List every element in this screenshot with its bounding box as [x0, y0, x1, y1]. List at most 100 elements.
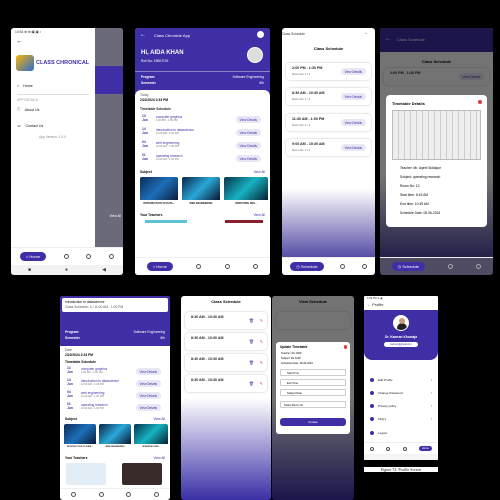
course-row[interactable]: 01 Jun operating research 11:00 AM - 1:00…	[139, 153, 266, 163]
system-home-icon[interactable]: ●	[65, 267, 68, 273]
clock-icon[interactable]	[386, 446, 391, 451]
menu-edit-profile[interactable]: Edit Profile ›	[370, 375, 432, 384]
edit-icon[interactable]: ✎	[260, 381, 263, 386]
subject-card[interactable]: INTRODUCTION TO DATA...	[64, 424, 96, 450]
start-time-field[interactable]: Start Time	[280, 369, 346, 376]
profile-icon[interactable]	[253, 264, 259, 269]
menu-privacy-policy[interactable]: Privacy policy ›	[370, 401, 432, 410]
bell-icon[interactable]	[86, 254, 92, 259]
notification-card[interactable]: Introduction to datascience Class Schedu…	[62, 298, 168, 312]
subject-view-all-link[interactable]: View All	[154, 417, 165, 421]
subject-card[interactable]: OPERATING RES...	[134, 424, 168, 450]
edit-icon[interactable]: ✎	[260, 318, 263, 323]
nav-home-button[interactable]: ⌂ Home	[146, 262, 173, 271]
schedule-slot[interactable]: 8:30 AM - 10:30 AM Room No 1 / 4 View De…	[286, 88, 371, 105]
delete-icon[interactable]: 🗑	[249, 360, 254, 365]
clock-icon[interactable]	[63, 254, 69, 259]
teachers-view-all-link[interactable]: View All	[254, 213, 265, 217]
delete-icon[interactable]: 🗑	[249, 339, 254, 344]
back-arrow-icon[interactable]: ←	[364, 30, 369, 36]
teachers-view-all-link[interactable]: View All	[154, 456, 165, 460]
home-icon[interactable]	[71, 492, 77, 497]
teacher-card[interactable]	[122, 463, 162, 485]
drawer-item-contact[interactable]: ☏ Contact Us	[17, 121, 89, 130]
course-row[interactable]: 14 Jun introduction to datascience 11:00 …	[139, 127, 266, 137]
edit-icon[interactable]: ✎	[260, 339, 263, 344]
back-arrow-icon[interactable]: ←	[16, 38, 23, 45]
course-row[interactable]: 01 Jun operating research 11:00 AM - 1:00…	[64, 402, 166, 412]
schedule-slot[interactable]: 8:30 AM - 10:30 AM 🗑 ✎	[185, 333, 267, 350]
close-icon[interactable]	[478, 100, 482, 104]
view-details-button[interactable]: View Details	[340, 93, 366, 100]
view-details-button[interactable]: View Details	[135, 368, 161, 375]
drawer-item-about[interactable]: ⓘ About Us	[17, 105, 89, 114]
view-details-button[interactable]: View Details	[235, 129, 261, 136]
delete-icon[interactable]: 🗑	[249, 381, 254, 386]
end-time-field[interactable]: End Time	[280, 379, 346, 386]
delete-icon[interactable]: 🗑	[249, 318, 254, 323]
view-details-button[interactable]: View Details	[135, 404, 161, 411]
avatar-top[interactable]	[257, 31, 264, 38]
update-button[interactable]: Update	[280, 418, 346, 426]
schedule-slot[interactable]: 2:00 PM - 1:30 PM Room No 1 / 4 View Det…	[286, 63, 371, 80]
logo-text: CLASS CHRONICAL	[36, 60, 90, 66]
course-row[interactable]: 13 Jun computer graphics 1:00 PM - 1:00 P…	[139, 114, 266, 124]
bell-icon[interactable]	[340, 264, 346, 269]
menu-change-password[interactable]: Change Password ›	[370, 388, 432, 397]
profile-icon[interactable]	[153, 492, 159, 497]
subject-card[interactable]: WEB ENGINEERING	[99, 424, 131, 450]
nav-home-button[interactable]: Home	[418, 446, 432, 451]
clock-icon[interactable]	[98, 492, 104, 497]
room-select[interactable]: Select Room No	[280, 401, 346, 408]
notification-body: Class Schedule: 4 / 11:00 AM - 1:00 PM	[65, 305, 124, 309]
view-details-button[interactable]: View Details	[135, 380, 161, 387]
view-details-button[interactable]: View Details	[340, 119, 366, 126]
view-details-button[interactable]: View Details	[235, 155, 261, 162]
home-icon[interactable]	[370, 446, 375, 451]
subject-card[interactable]: OPERATING RES...	[224, 177, 268, 207]
course-row[interactable]: 04 Jun web engineering 11:00 AM - 1:00 PM…	[64, 390, 166, 400]
menu-faqs[interactable]: FAQ's ›	[370, 414, 432, 423]
subject-date-field[interactable]: Subject Date	[280, 389, 346, 396]
menu-logout[interactable]: Logout	[370, 428, 432, 437]
profile-avatar[interactable]	[393, 315, 409, 331]
subject-card[interactable]: INTRODUCTION TO DATA...	[140, 177, 178, 207]
teacher-card[interactable]	[66, 463, 106, 485]
course-row[interactable]: 04 Jun web engineering 11:00 AM - 1:00 PM…	[139, 140, 266, 150]
system-recents-icon[interactable]: ◀	[102, 267, 106, 273]
schedule-heading: Class Schedule	[313, 46, 344, 51]
bottom-nav: ⌂ Home	[135, 257, 270, 275]
back-arrow-icon[interactable]: ←	[140, 32, 146, 38]
schedule-slot[interactable]: 8:30 AM - 10:30 AM 🗑 ✎	[185, 312, 267, 329]
nav-home-button[interactable]: ⌂ Home	[19, 252, 47, 261]
schedule-slot[interactable]: 8:30 AM - 10:30 AM 🗑 ✎	[185, 354, 267, 371]
profile-icon[interactable]	[361, 264, 367, 269]
schedule-slot[interactable]: 9:00 AM - 10:30 AM Room No 1 / 4 View De…	[286, 139, 371, 156]
view-details-button[interactable]: View Details	[340, 68, 366, 75]
view-details-button[interactable]: View Details	[135, 392, 161, 399]
schedule-slot[interactable]: 11:30 AM - 1:00 PM Room No 1 / 4 View De…	[286, 114, 371, 131]
view-details-button[interactable]: View Details	[235, 116, 261, 123]
bell-icon[interactable]	[402, 446, 407, 451]
clock-icon[interactable]	[196, 264, 202, 269]
dialog-info-date: Schedule Date: 18-06-2024	[281, 362, 313, 365]
view-details-button[interactable]: View Details	[235, 142, 261, 149]
slot-time: 8:30 AM - 10:30 AM	[292, 91, 325, 95]
course-row[interactable]: 14 Jun introduction to datascience 11:00 …	[64, 378, 166, 388]
nav-schedule-button[interactable]: ◷ Schedule	[391, 262, 425, 271]
view-details-button[interactable]: View Details	[340, 144, 366, 151]
bell-icon[interactable]	[224, 264, 230, 269]
course-row[interactable]: 13 Jun computer graphics 1:00 PM - 1:00 P…	[64, 366, 166, 376]
edit-icon[interactable]: ✎	[260, 360, 263, 365]
system-back-icon[interactable]: ■	[28, 267, 31, 273]
close-icon[interactable]	[343, 345, 347, 349]
schedule-slot[interactable]: 8:30 AM - 10:30 AM 🗑 ✎	[185, 375, 267, 392]
profile-icon[interactable]	[476, 264, 482, 269]
bell-icon[interactable]	[126, 492, 132, 497]
subject-view-all-link[interactable]: View All	[254, 170, 265, 174]
nav-schedule-button[interactable]: ◷ Schedule	[290, 262, 324, 271]
bell-icon[interactable]	[448, 264, 454, 269]
drawer-item-home[interactable]: ⌂ Home	[17, 81, 89, 90]
subject-card[interactable]: WEB ENGINEERING	[182, 177, 220, 207]
profile-icon[interactable]	[109, 254, 115, 259]
